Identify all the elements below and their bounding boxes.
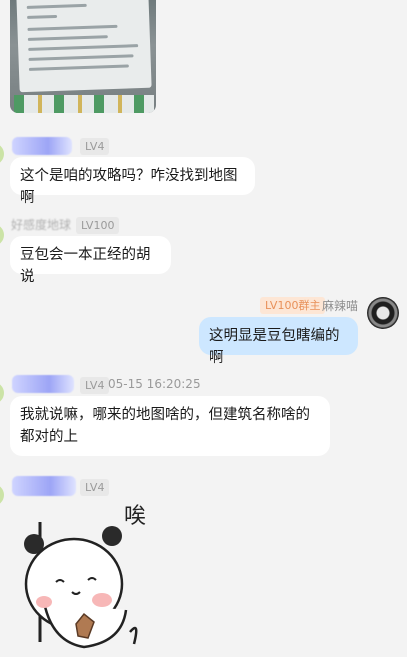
level-role-badge: LV100群主 xyxy=(260,297,326,314)
role-text: 群主 xyxy=(298,299,321,312)
text-line xyxy=(28,44,139,51)
text-line xyxy=(28,64,129,71)
message-text: 这明显是豆包瞎编的啊 xyxy=(209,328,340,366)
sender-avatar[interactable] xyxy=(0,224,4,246)
message-bubble[interactable]: 豆包会一本正经的胡说 xyxy=(10,236,171,285)
sender-avatar[interactable] xyxy=(0,143,4,165)
sender-name-redacted xyxy=(12,375,74,393)
message-text: 这个是咱的攻略吗？咋没找到地图啊 xyxy=(20,168,238,206)
my-message-bubble[interactable]: 这明显是豆包瞎编的啊 xyxy=(199,317,358,366)
level-text: LV100 xyxy=(265,299,299,312)
level-badge: LV4 xyxy=(80,138,110,155)
level-badge: LV100 xyxy=(76,217,120,234)
text-line xyxy=(27,24,118,31)
sender-avatar[interactable] xyxy=(0,382,4,404)
sender-name: 好感度地球 xyxy=(11,218,72,232)
text-line xyxy=(27,14,58,19)
my-name: 麻辣喵 xyxy=(322,299,359,313)
sender-avatar[interactable] xyxy=(0,484,4,506)
image-message-thumbnail[interactable] xyxy=(10,0,156,113)
spreadsheet-strip xyxy=(14,95,154,113)
sender-name-redacted xyxy=(12,137,72,155)
sticker-text: 唉 xyxy=(124,504,147,529)
sticker-panda-bear[interactable]: 唉 xyxy=(22,492,162,650)
text-line xyxy=(26,3,87,9)
message-text: 豆包会一本正经的胡说 xyxy=(20,247,151,285)
message-bubble[interactable]: 这个是咱的攻略吗？咋没找到地图啊 xyxy=(10,157,255,206)
message-timestamp: 05-15 16:20:25 xyxy=(108,377,201,391)
my-avatar[interactable] xyxy=(367,297,399,329)
photo-paper xyxy=(16,0,152,93)
message-text: 我就说嘛，哪来的地图啥的，但建筑名称啥的都对的上 xyxy=(20,407,310,445)
text-line xyxy=(27,35,108,41)
text-line xyxy=(28,54,134,61)
message-bubble[interactable]: 我就说嘛，哪来的地图啥的，但建筑名称啥的都对的上 xyxy=(10,396,330,456)
level-badge: LV4 xyxy=(80,377,110,394)
